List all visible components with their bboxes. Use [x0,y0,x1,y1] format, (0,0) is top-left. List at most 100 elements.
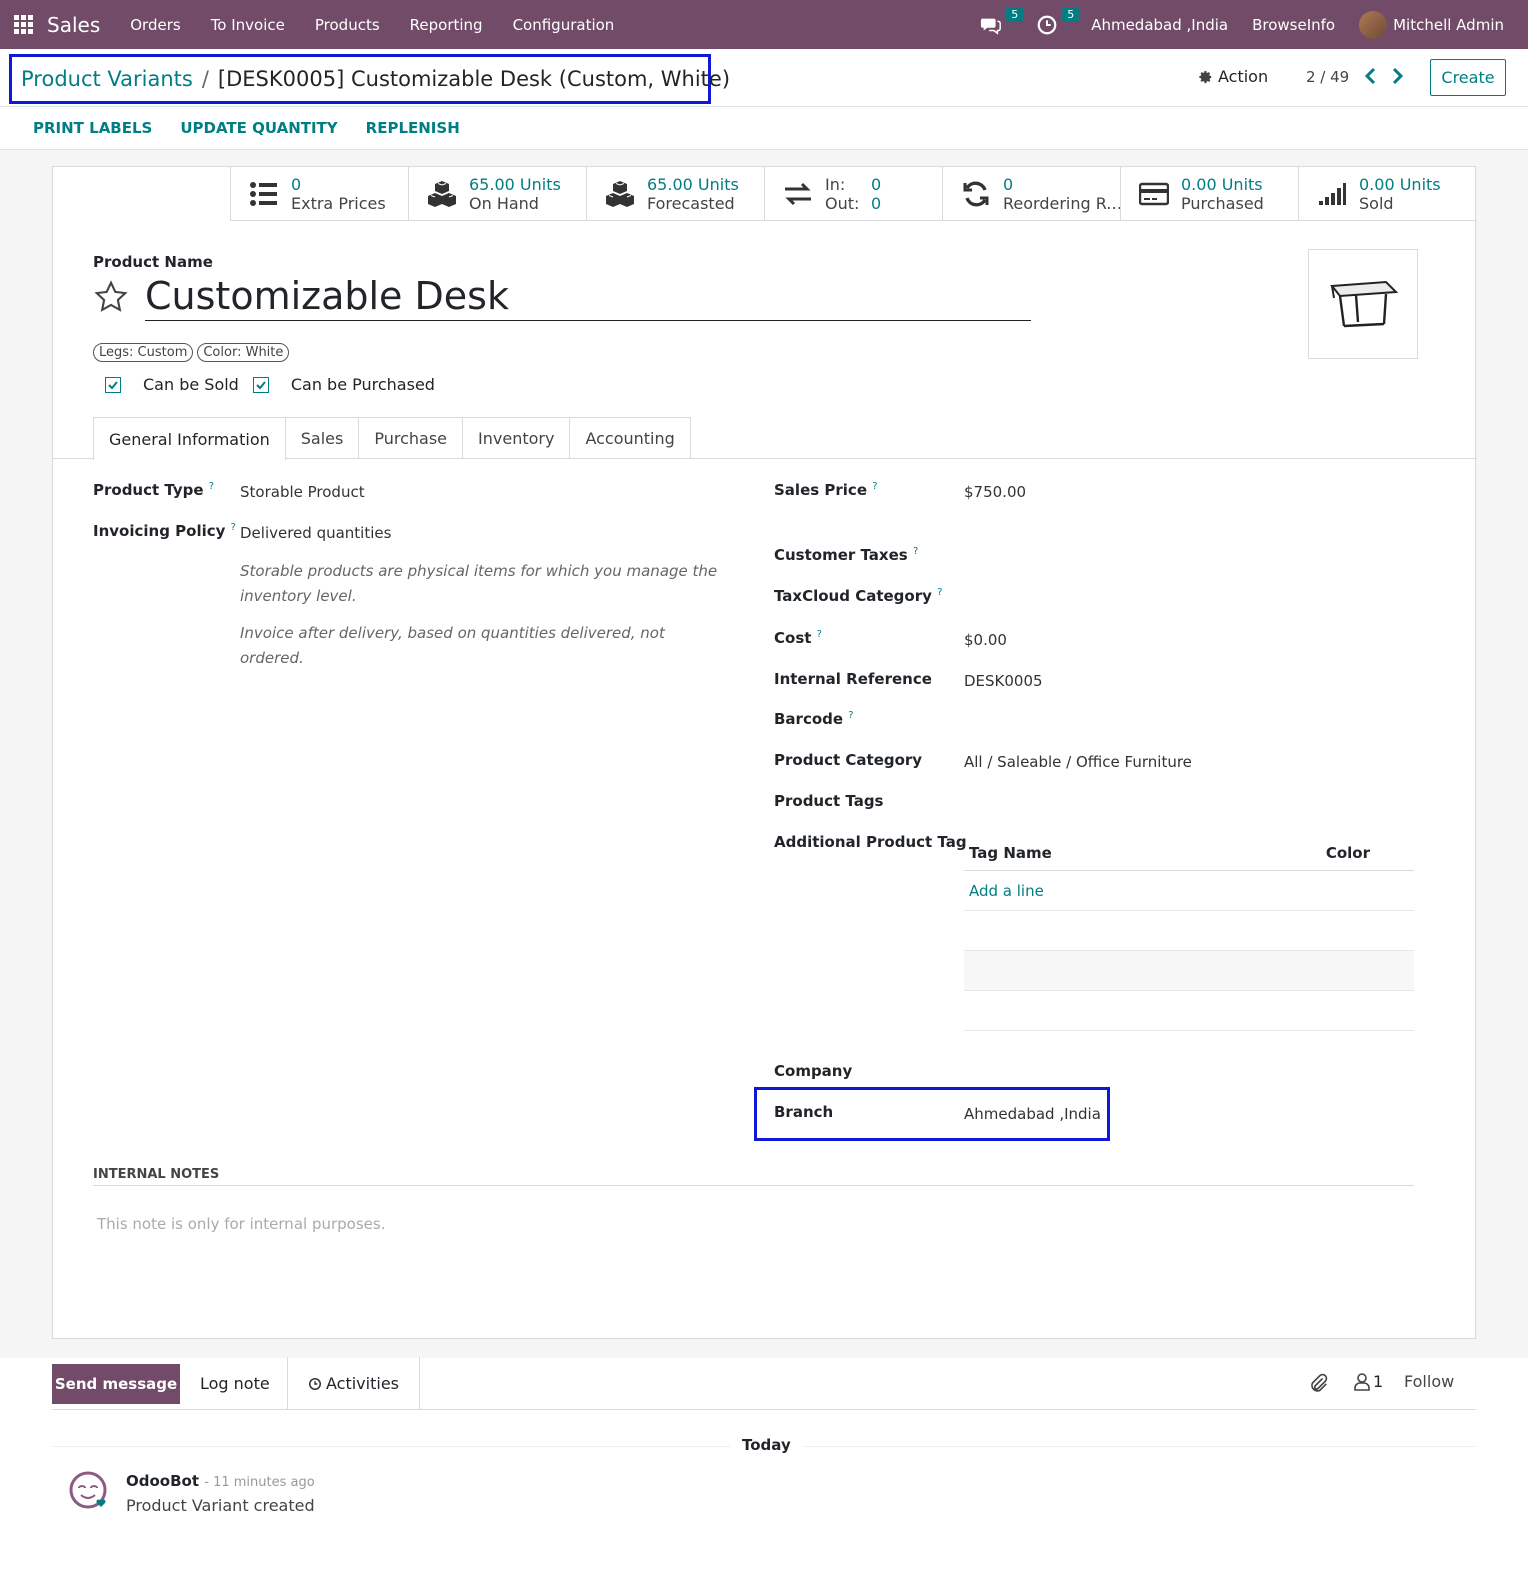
help-icon[interactable]: ? [231,522,236,533]
customer-taxes-label: Customer Taxes ? [774,546,919,564]
internal-notes-title: INTERNAL NOTES [93,1167,220,1182]
internal-notes-input[interactable]: This note is only for internal purposes. [97,1215,385,1233]
odoobot-avatar[interactable] [68,1470,110,1512]
product-category-input[interactable]: All / Saleable / Office Furniture [964,753,1192,771]
activities-button[interactable]: Activities [287,1357,420,1410]
help-icon[interactable]: ? [913,546,918,557]
attribute-tag-legs: Legs: Custom [93,343,194,362]
star-icon[interactable] [93,279,129,315]
company-switcher[interactable]: BrowseInfo [1252,16,1335,34]
product-image[interactable] [1308,249,1418,359]
user-icon [1354,1372,1370,1391]
invoicing-policy-label: Invoicing Policy ? [93,522,236,540]
follow-button[interactable]: Follow [1404,1372,1454,1391]
menu-products[interactable]: Products [315,16,380,34]
sold-button[interactable]: 0.00 Units Sold [1298,167,1476,221]
invoice-help-text: Invoice after delivery, based on quantit… [240,624,665,667]
followers-button[interactable]: 1 [1354,1372,1383,1391]
help-icon[interactable]: ? [872,481,877,492]
log-note-button[interactable]: Log note [200,1374,270,1393]
internal-reference-input[interactable]: DESK0005 [964,672,1043,690]
tab-sales[interactable]: Sales [284,417,360,459]
branch-input[interactable]: Ahmedabad ,India [964,1105,1101,1123]
storable-help-text: Storable products are physical items for… [240,562,718,605]
control-panel: Product Variants / [DESK0005] Customizab… [0,49,1528,107]
product-name-input[interactable]: Customizable Desk [145,273,1031,321]
forecasted-label: Forecasted [647,194,735,213]
table-row: Add a line [964,871,1414,911]
forecasted-value: 65.00 Units [647,175,739,194]
reordering-button[interactable]: 0Reordering Rules [942,167,1123,221]
pager-value[interactable]: 2 / 49 [1306,68,1349,86]
menu-orders[interactable]: Orders [130,16,180,34]
can-be-sold-label[interactable]: Can be Sold [143,375,239,394]
user-avatar[interactable] [1359,10,1388,39]
internal-reference-label: Internal Reference [774,670,932,688]
chevron-right-icon[interactable] [1389,66,1405,86]
help-icon[interactable]: ? [937,587,942,598]
form-header-buttons: PRINT LABELS UPDATE QUANTITY REPLENISH [0,107,1528,150]
col-tag-name[interactable]: Tag Name [969,844,1052,862]
tab-inventory[interactable]: Inventory [462,417,571,459]
on-hand-button[interactable]: 65.00 Units On Hand [408,167,586,221]
can-be-sold-checkbox[interactable] [105,376,121,393]
create-button[interactable]: Create [1430,59,1506,96]
activities-clock-icon[interactable]: 5 [1035,6,1080,37]
attribute-tag-color: Color: White [197,343,290,362]
app-brand[interactable]: Sales [47,13,100,37]
branch-label: Branch [774,1103,834,1121]
additional-tag-table: Tag Name Color Add a line [964,835,1414,1031]
barcode-label: Barcode ? [774,710,854,728]
tab-general-information[interactable]: General Information [93,417,286,460]
desk-image [1330,280,1399,328]
exchange-icon [785,182,811,206]
menu-configuration[interactable]: Configuration [513,16,615,34]
messages-badge: 5 [1006,6,1024,22]
product-type-select[interactable]: Storable Product [240,483,365,501]
action-button[interactable]: Action [1199,67,1268,86]
message-time: - 11 minutes ago [204,1475,315,1490]
message-author: OdooBot - 11 minutes ago [126,1472,315,1490]
branch-switcher[interactable]: Ahmedabad ,India [1091,16,1228,34]
help-icon[interactable]: ? [848,710,853,721]
table-header: Tag Name Color [964,835,1414,871]
can-be-purchased-checkbox[interactable] [252,376,269,393]
col-color[interactable]: Color [1326,844,1370,862]
taxcloud-category-label: TaxCloud Category ? [774,587,943,605]
in-value: 0 [871,175,882,194]
update-quantity-button[interactable]: UPDATE QUANTITY [180,119,337,137]
on-hand-value: 65.00 Units [469,175,561,194]
cost-label: Cost ? [774,629,822,647]
messages-icon[interactable]: 5 [979,6,1024,37]
replenish-button[interactable]: REPLENISH [366,119,460,137]
tab-accounting[interactable]: Accounting [569,417,691,459]
variant-attributes: Legs: Custom Color: White [93,343,290,362]
breadcrumb-product-variants[interactable]: Product Variants [21,67,193,91]
user-menu[interactable]: Mitchell Admin [1393,16,1504,34]
chevron-left-icon[interactable] [1363,66,1379,86]
paperclip-icon[interactable] [1307,1372,1329,1394]
apps-menu-icon[interactable] [14,14,34,35]
gear-icon [1199,70,1212,83]
send-message-button[interactable]: Send message [52,1364,180,1404]
extra-prices-button[interactable]: 0 Extra Prices [230,167,408,221]
notes-divider [93,1185,1414,1186]
activities-label: Activities [326,1374,399,1393]
print-labels-button[interactable]: PRINT LABELS [33,119,152,137]
top-navbar: Sales Orders To Invoice Products Reporti… [0,0,1528,49]
invoicing-policy-select[interactable]: Delivered quantities [240,524,391,542]
help-icon[interactable]: ? [209,481,214,492]
help-icon[interactable]: ? [817,629,822,640]
tab-purchase[interactable]: Purchase [358,417,464,459]
add-a-line-link[interactable]: Add a line [969,882,1044,900]
sales-price-input[interactable]: $750.00 [964,483,1026,501]
menu-to-invoice[interactable]: To Invoice [211,16,285,34]
date-label: Today [730,1436,803,1454]
can-be-purchased-label[interactable]: Can be Purchased [291,375,435,394]
cost-input[interactable]: $0.00 [964,631,1007,649]
in-out-button[interactable]: In: 0 Out: 0 [764,167,942,221]
menu-reporting[interactable]: Reporting [410,16,483,34]
purchased-button[interactable]: 0.00 Units Purchased [1120,167,1298,221]
message-body: Product Variant created [126,1496,315,1515]
forecasted-button[interactable]: 65.00 Units Forecasted [586,167,764,221]
